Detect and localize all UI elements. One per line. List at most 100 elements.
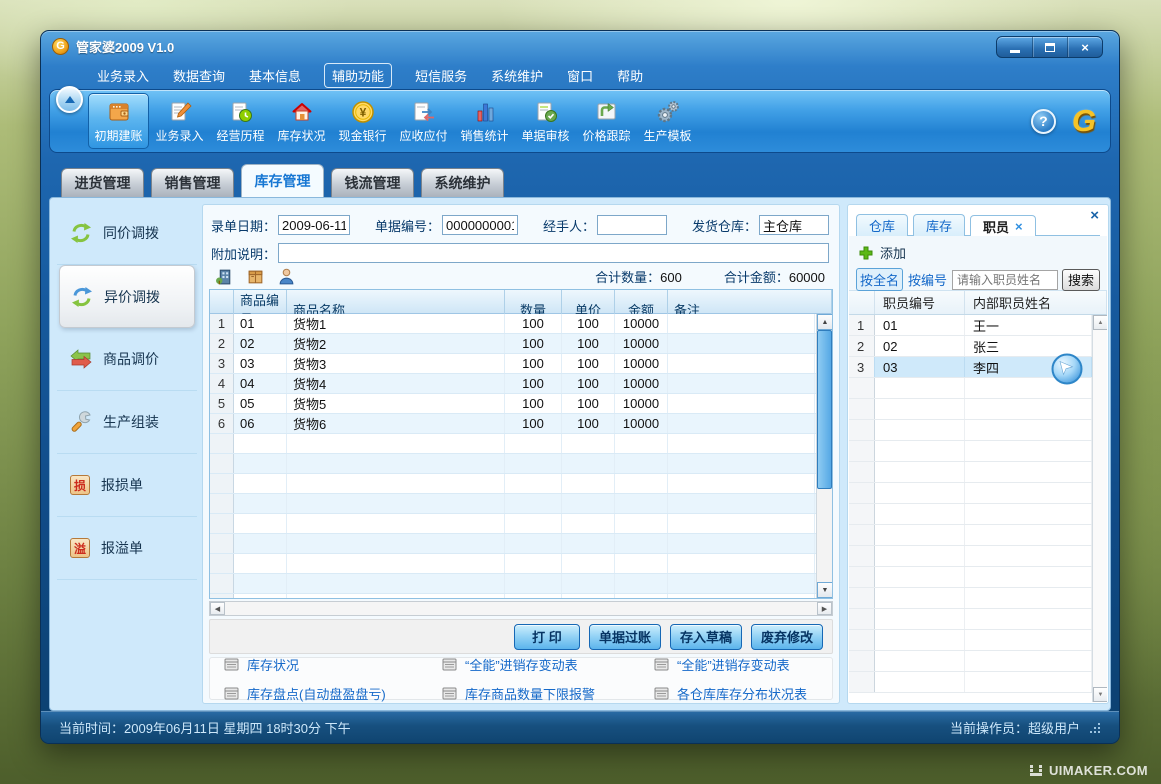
scroll-right-icon[interactable]: ▶	[817, 602, 832, 615]
sidebar-item-loss-report[interactable]: 损 报损单	[57, 454, 197, 517]
link-qty-upper-alarm[interactable]: “全能”进销存变动表	[442, 655, 654, 674]
toolbar-item-production-template[interactable]: 生产模板	[637, 93, 698, 149]
goods-select-icon[interactable]	[246, 267, 265, 286]
link-qty-lower-alarm[interactable]: 库存商品数量下限报警	[442, 684, 654, 703]
table-row[interactable]: 303货物310010010000	[210, 354, 832, 374]
link-almighty-flow-report[interactable]: “全能”进销存变动表	[654, 655, 832, 674]
scroll-up-icon[interactable]: ▲	[817, 314, 833, 330]
help-button[interactable]: ?	[1031, 109, 1056, 134]
menu-item-business-entry[interactable]: 业务录入	[96, 64, 150, 87]
table-row-empty[interactable]	[210, 574, 832, 594]
filter-by-name-button[interactable]: 按全名	[856, 268, 903, 291]
menu-item-aux-functions[interactable]: 辅助功能	[324, 63, 392, 88]
menu-item-system-maintain[interactable]: 系统维护	[490, 64, 544, 87]
table-row-empty[interactable]	[210, 514, 832, 534]
list-item-empty[interactable]	[849, 441, 1107, 462]
employee-select-icon[interactable]	[277, 267, 296, 286]
tab-warehouse[interactable]: 仓库	[856, 214, 908, 236]
menu-item-data-query[interactable]: 数据查询	[172, 64, 226, 87]
list-item-empty[interactable]	[849, 672, 1107, 693]
extra-note-input[interactable]	[278, 243, 829, 263]
employee-scrollbar[interactable]: ▲ ▼	[1092, 315, 1107, 702]
tab-system-maintain[interactable]: 系统维护	[421, 168, 504, 197]
table-row-empty[interactable]	[210, 454, 832, 474]
tab-close-icon[interactable]: ×	[1015, 219, 1023, 234]
doc-number-input[interactable]	[442, 215, 518, 235]
scrollbar-thumb[interactable]	[817, 330, 832, 489]
toolbar-item-inventory-status[interactable]: 库存状况	[271, 93, 332, 149]
table-row-empty[interactable]	[210, 534, 832, 554]
sidebar-item-production-assembly[interactable]: 生产组装	[57, 391, 197, 454]
tab-employee[interactable]: 职员×	[970, 215, 1036, 237]
table-row-empty[interactable]	[210, 474, 832, 494]
vertical-scrollbar[interactable]: ▲ ▼	[816, 314, 832, 598]
tab-purchase-mgmt[interactable]: 进货管理	[61, 168, 144, 197]
ship-warehouse-input[interactable]	[759, 215, 829, 235]
link-stocktake[interactable]: 库存盘点(自动盘盈盘亏)	[224, 684, 442, 703]
menu-item-sms-service[interactable]: 短信服务	[414, 64, 468, 87]
table-row-empty[interactable]	[210, 494, 832, 514]
toolbar-item-receivable-payable[interactable]: 应收应付	[393, 93, 454, 149]
handler-input[interactable]	[597, 215, 667, 235]
list-item[interactable]: 101王一	[849, 315, 1107, 336]
scroll-up-icon[interactable]: ▲	[1093, 315, 1107, 330]
toolbar-item-business-history[interactable]: 经营历程	[210, 93, 271, 149]
list-item-empty[interactable]	[849, 546, 1107, 567]
maximize-button[interactable]	[1032, 37, 1067, 57]
post-document-button[interactable]: 单据过账	[589, 624, 661, 650]
link-inventory-status[interactable]: 库存状况	[224, 655, 442, 674]
table-row[interactable]: 606货物610010010000	[210, 414, 832, 434]
table-row[interactable]: 404货物410010010000	[210, 374, 832, 394]
scroll-left-icon[interactable]: ◀	[210, 602, 225, 615]
list-item-empty[interactable]	[849, 483, 1107, 504]
save-draft-button[interactable]: 存入草稿	[670, 624, 742, 650]
table-row-empty[interactable]	[210, 594, 832, 599]
minimize-button[interactable]	[997, 37, 1032, 57]
toolbar-item-initial-setup[interactable]: 初期建账	[88, 93, 149, 149]
toolbar-item-cash-bank[interactable]: ¥ 现金银行	[332, 93, 393, 149]
tab-inventory-mgmt[interactable]: 库存管理	[241, 164, 324, 197]
add-row[interactable]: 添加	[849, 236, 1107, 262]
table-row[interactable]: 202货物210010010000	[210, 334, 832, 354]
sidebar-item-same-price-transfer[interactable]: 同价调拨	[57, 202, 197, 265]
sidebar-item-diff-price-transfer[interactable]: 异价调拨	[59, 265, 195, 328]
menu-item-basic-info[interactable]: 基本信息	[248, 64, 302, 87]
toolbar-item-doc-review[interactable]: 单据审核	[515, 93, 576, 149]
list-item-empty[interactable]	[849, 609, 1107, 630]
list-item-empty[interactable]	[849, 567, 1107, 588]
table-row[interactable]: 505货物510010010000	[210, 394, 832, 414]
order-date-input[interactable]	[278, 215, 350, 235]
list-item-empty[interactable]	[849, 420, 1107, 441]
resize-grip[interactable]	[1090, 722, 1101, 733]
sidebar-item-overflow-report[interactable]: 溢 报溢单	[57, 517, 197, 580]
menu-item-window[interactable]: 窗口	[566, 64, 594, 87]
filter-by-code-button[interactable]: 按编号	[907, 270, 948, 289]
table-row[interactable]: 101货物110010010000	[210, 314, 832, 334]
tab-sales-mgmt[interactable]: 销售管理	[151, 168, 234, 197]
print-button[interactable]: 打 印	[514, 624, 580, 650]
horizontal-scrollbar[interactable]: ◀ ▶	[209, 601, 833, 616]
list-item-empty[interactable]	[849, 462, 1107, 483]
tab-inventory[interactable]: 库存	[913, 214, 965, 236]
tab-cashflow-mgmt[interactable]: 钱流管理	[331, 168, 414, 197]
search-button[interactable]: 搜索	[1062, 269, 1100, 291]
list-item-empty[interactable]	[849, 504, 1107, 525]
table-row-empty[interactable]	[210, 434, 832, 454]
list-item-empty[interactable]	[849, 525, 1107, 546]
collapse-toolbar-button[interactable]	[56, 86, 83, 113]
toolbar-item-price-tracking[interactable]: 价格跟踪	[576, 93, 637, 149]
scroll-down-icon[interactable]: ▼	[1093, 687, 1107, 702]
warehouse-select-icon[interactable]	[215, 267, 234, 286]
discard-changes-button[interactable]: 废弃修改	[751, 624, 823, 650]
scroll-down-icon[interactable]: ▼	[817, 582, 833, 598]
link-warehouse-distribution[interactable]: 各仓库库存分布状况表	[654, 684, 832, 703]
sidebar-item-price-adjust[interactable]: 商品调价	[57, 328, 197, 391]
table-row-empty[interactable]	[210, 554, 832, 574]
list-item-empty[interactable]	[849, 630, 1107, 651]
menu-item-help[interactable]: 帮助	[616, 64, 644, 87]
toolbar-item-sales-stats[interactable]: 销售统计	[454, 93, 515, 149]
list-item-empty[interactable]	[849, 588, 1107, 609]
list-item-empty[interactable]	[849, 651, 1107, 672]
close-button[interactable]: ×	[1067, 37, 1102, 57]
toolbar-item-business-entry[interactable]: 业务录入	[149, 93, 210, 149]
